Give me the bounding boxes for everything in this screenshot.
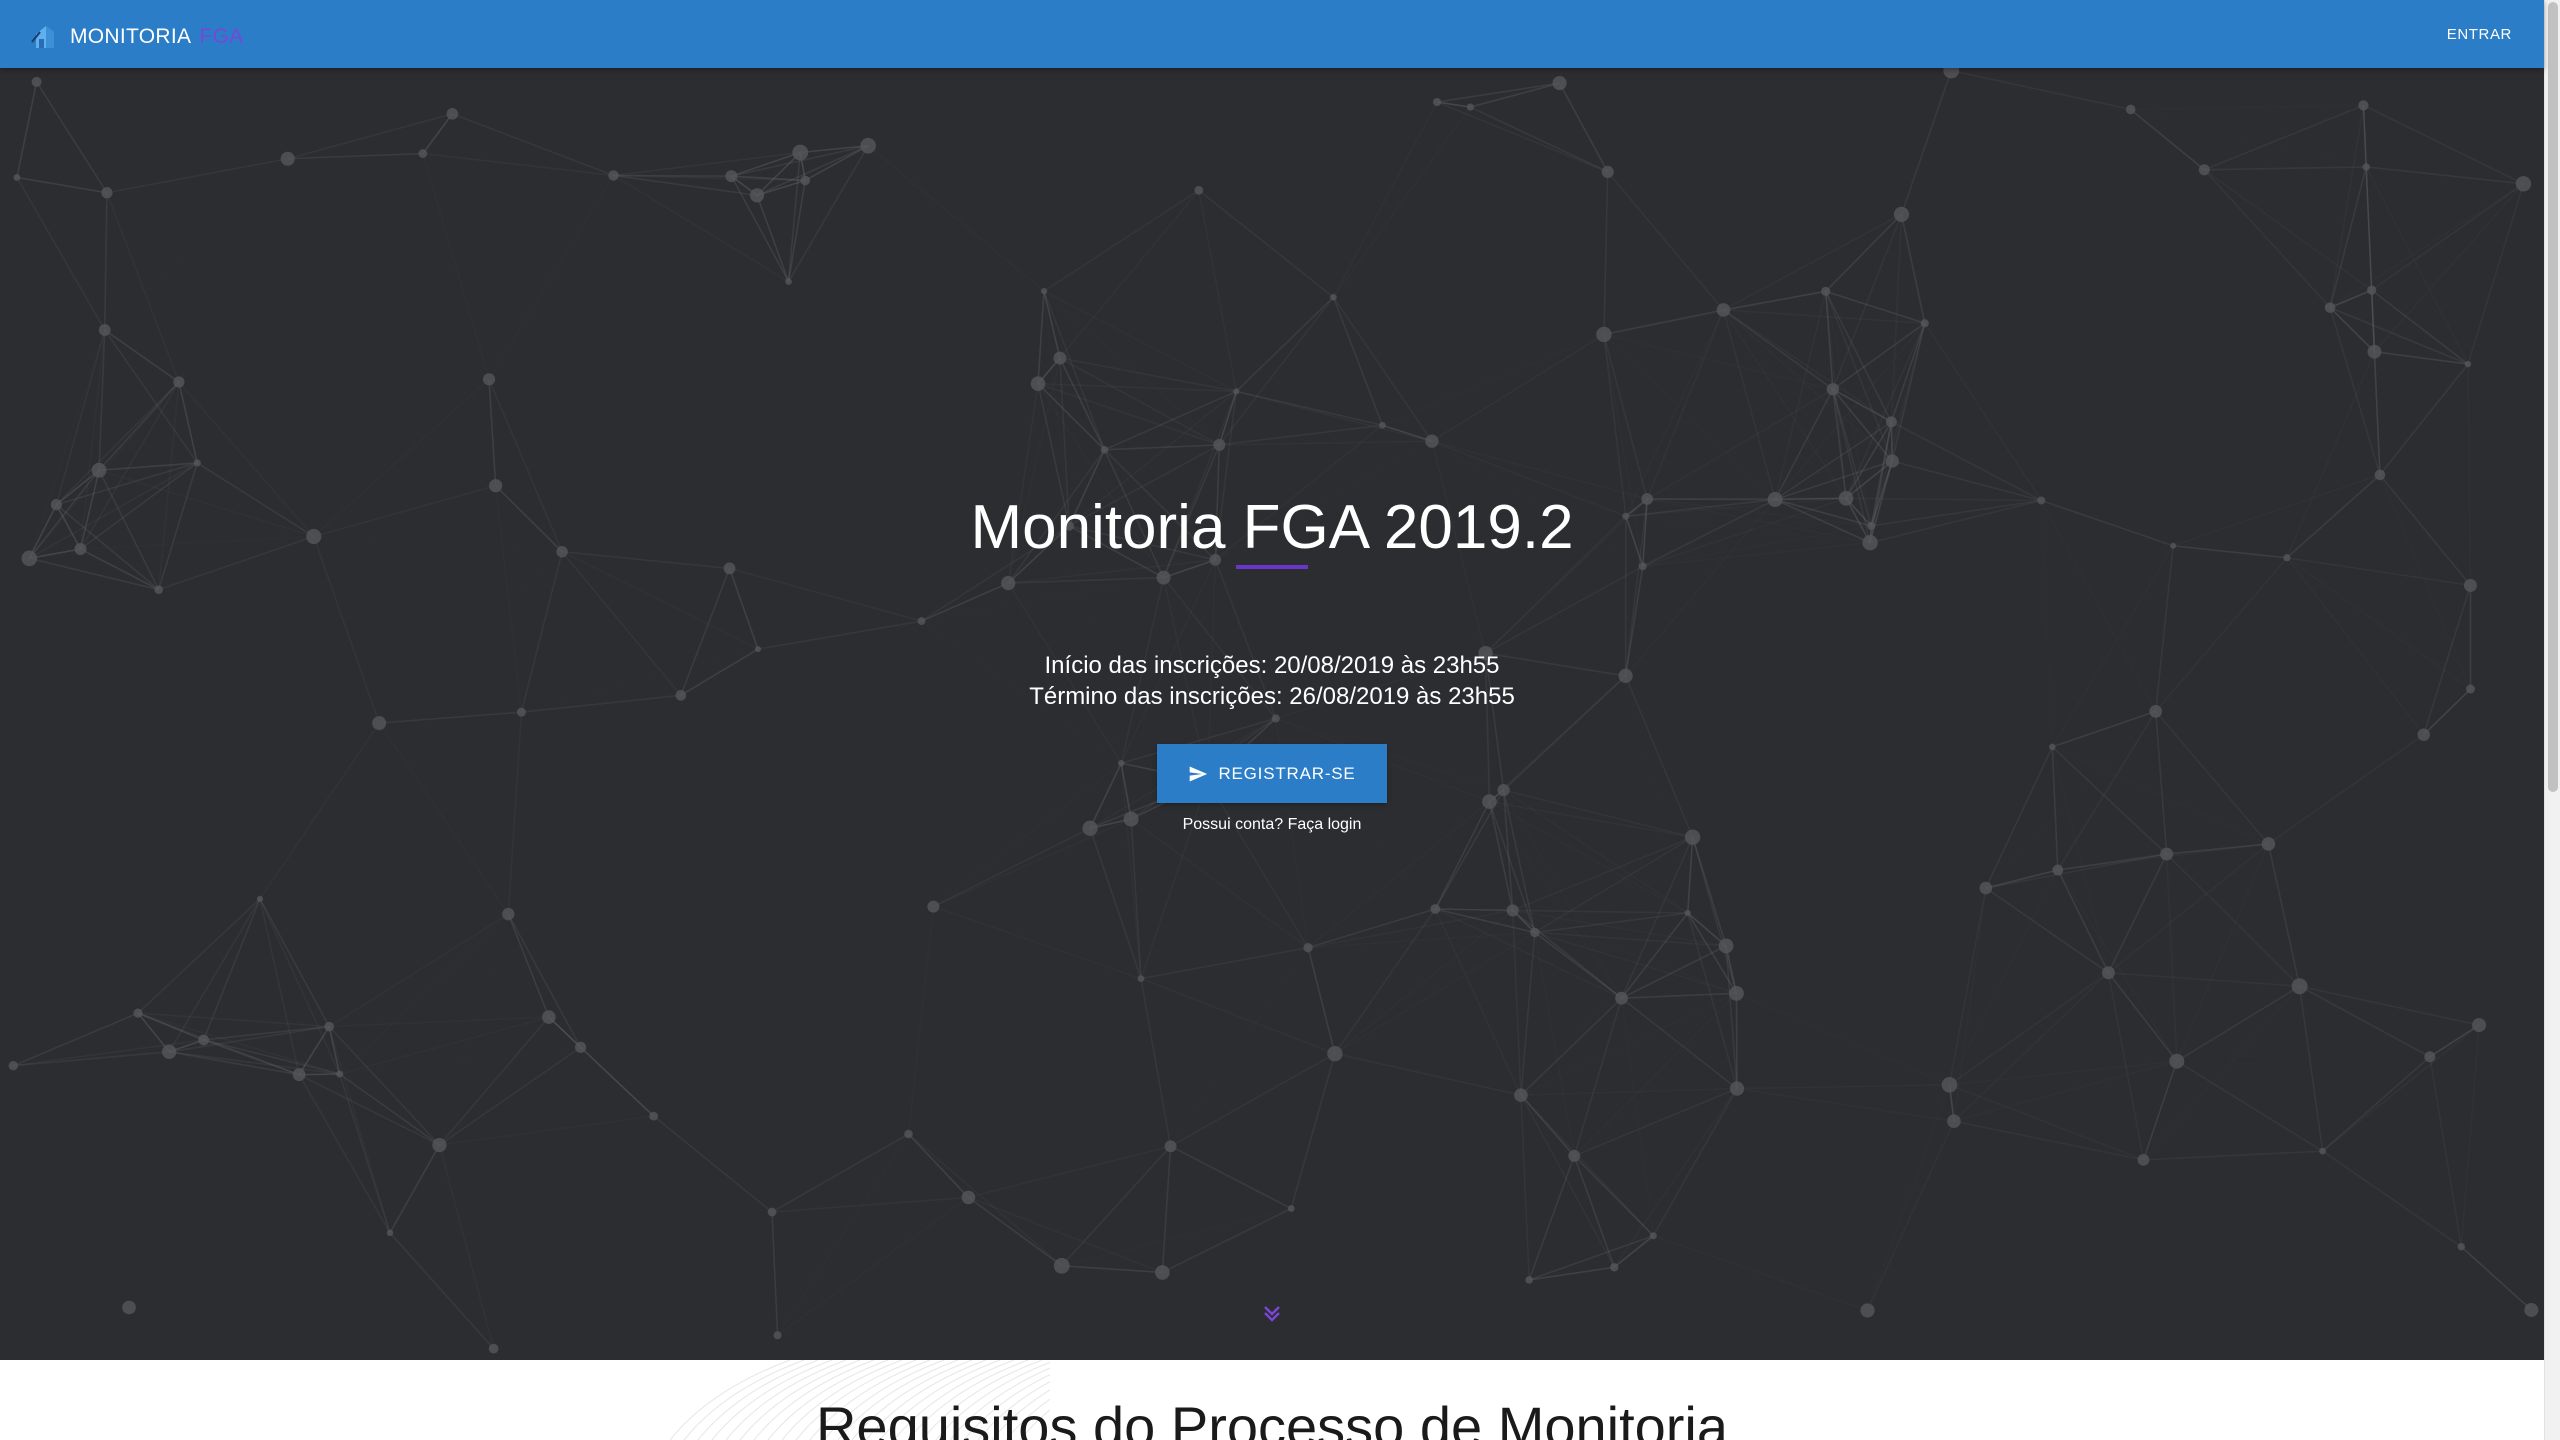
register-button-label: REGISTRAR-SE	[1218, 763, 1356, 783]
hero-section: Monitoria FGA 2019.2 Início das inscriçõ…	[0, 0, 2544, 1360]
register-button[interactable]: REGISTRAR-SE	[1157, 744, 1387, 803]
login-link[interactable]: Possui conta? Faça login	[0, 816, 2544, 834]
brand-accent: FGA	[199, 25, 244, 48]
requirements-section: Requisitos do Processo de Monitoria	[0, 1360, 2544, 1440]
top-navbar: MONITORIA FGA ENTRAR	[0, 0, 2544, 68]
page-content: Monitoria FGA 2019.2 Início das inscriçõ…	[0, 0, 2544, 1440]
title-underline	[1236, 565, 1308, 569]
send-icon	[1190, 766, 1208, 781]
double-chevron-down-icon[interactable]	[1260, 1302, 1284, 1326]
brand-name: MONITORIA	[70, 25, 192, 48]
hero-title: Monitoria FGA 2019.2	[970, 493, 1574, 562]
registration-end-date: Término das inscrições: 26/08/2019 às 23…	[1029, 683, 1515, 710]
login-nav-link[interactable]: ENTRAR	[2447, 26, 2512, 43]
vertical-scrollbar[interactable]	[2544, 0, 2560, 1440]
scrollbar-thumb[interactable]	[2548, 2, 2558, 792]
building-icon	[31, 26, 54, 48]
registration-start-date: Início das inscrições: 20/08/2019 às 23h…	[1044, 652, 1500, 679]
registration-dates: Início das inscrições: 20/08/2019 às 23h…	[0, 650, 2544, 712]
brand-logo-link[interactable]: MONITORIA FGA	[30, 22, 243, 52]
page: Monitoria FGA 2019.2 Início das inscriçõ…	[0, 0, 2560, 1440]
requirements-title: Requisitos do Processo de Monitoria	[815, 1395, 1729, 1440]
